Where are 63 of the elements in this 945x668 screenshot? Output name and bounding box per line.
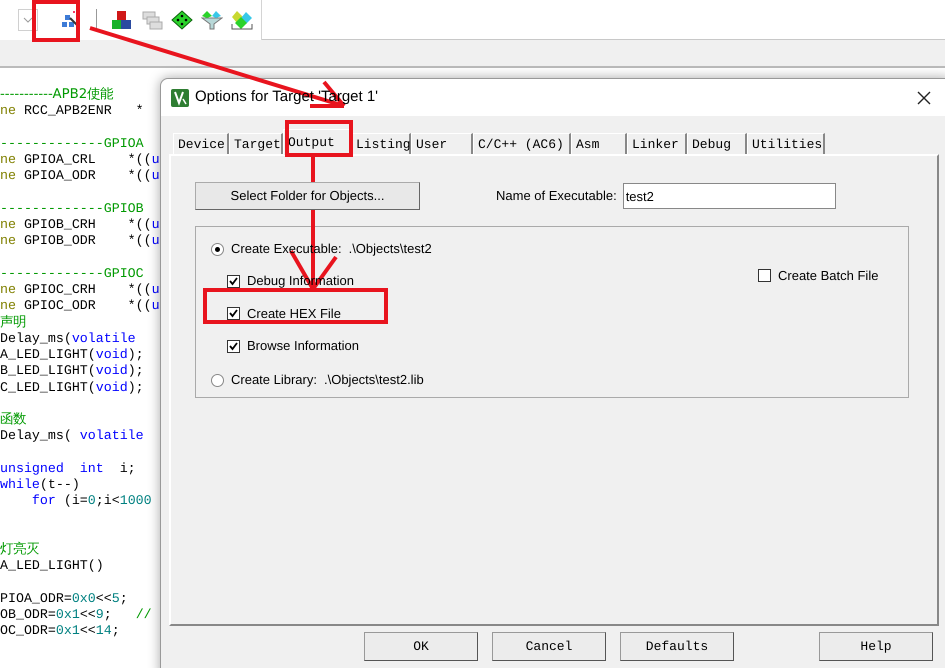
option-label: Create HEX File bbox=[247, 304, 341, 323]
dialog-button[interactable]: Defaults bbox=[620, 632, 734, 661]
radio-button[interactable] bbox=[211, 374, 224, 386]
tab[interactable]: Debug bbox=[687, 133, 747, 154]
close-icon[interactable] bbox=[917, 90, 931, 104]
code-line: 灯亮灭 bbox=[0, 542, 39, 558]
tab[interactable]: Device bbox=[173, 133, 229, 154]
code-line: -------------GPIOA bbox=[0, 136, 144, 152]
field-label: Name of Executable: bbox=[496, 187, 617, 206]
app-logo-icon bbox=[171, 88, 189, 106]
checkbox[interactable] bbox=[227, 340, 240, 352]
executable-name-field[interactable]: test2 bbox=[622, 183, 836, 209]
tab[interactable]: Utilities bbox=[747, 133, 825, 154]
code-line: ne RCC_APB2ENR * bbox=[0, 103, 144, 120]
option-label: Create Batch File bbox=[778, 267, 878, 285]
tab[interactable]: Asm bbox=[571, 133, 627, 154]
code-line: A_LED_LIGHT(void); bbox=[0, 347, 144, 364]
tab[interactable]: Linker bbox=[627, 133, 687, 154]
diamond-icon[interactable] bbox=[171, 10, 193, 30]
code-line: unsigned int i; bbox=[0, 460, 136, 477]
code-line: Delay_ms(volatile bbox=[0, 330, 136, 347]
blocks-icon[interactable] bbox=[111, 10, 133, 30]
annotation-box bbox=[32, 0, 80, 42]
code-line: -----------APB2使能 bbox=[0, 87, 114, 104]
code-line: -------------GPIOB bbox=[0, 200, 144, 217]
checkbox[interactable] bbox=[758, 269, 771, 282]
dialog-button[interactable]: OK bbox=[364, 632, 478, 661]
code-line: B_LED_LIGHT(void); bbox=[0, 363, 144, 380]
option-label: Browse Information bbox=[247, 337, 359, 356]
code-line: 函数 bbox=[0, 412, 26, 428]
tab[interactable]: User bbox=[411, 133, 473, 154]
code-line: ne GPIOC_CRH *((u bbox=[0, 282, 160, 298]
code-line: Delay_ms( volatile bbox=[0, 428, 144, 444]
packages-icon[interactable] bbox=[231, 10, 253, 30]
tab[interactable]: Listing bbox=[351, 133, 411, 154]
code-line: for (i=0;i<1000 bbox=[30, 493, 152, 510]
annotation-box bbox=[285, 120, 353, 157]
code-line: while(t--) bbox=[0, 477, 80, 494]
code-line: C_LED_LIGHT(void); bbox=[0, 380, 144, 396]
checkbox[interactable] bbox=[227, 274, 240, 288]
tab[interactable]: Target bbox=[229, 133, 283, 154]
code-line: ne GPIOC_ODR *((u bbox=[0, 298, 160, 314]
toolbar-separator bbox=[96, 8, 97, 30]
option-label: Create Library: bbox=[231, 371, 317, 390]
library-path: .\Objects\test2.lib bbox=[324, 371, 424, 390]
code-line: ne GPIOB_CRH *((u bbox=[0, 217, 160, 234]
select-folder-button[interactable]: Select Folder for Objects... bbox=[195, 182, 420, 210]
checkbox[interactable] bbox=[227, 307, 240, 320]
code-line: OC_ODR=0x1<<14; bbox=[0, 623, 120, 640]
funnel-icon[interactable] bbox=[201, 10, 223, 30]
code-line: ne GPIOA_CRL *((u bbox=[0, 152, 160, 168]
dialog-button[interactable]: Cancel bbox=[492, 632, 606, 661]
code-line: ne GPIOB_ODR *((u bbox=[0, 233, 160, 250]
code-line: 声明 bbox=[0, 314, 26, 331]
code-line: OB_ODR=0x1<<9; // bbox=[0, 607, 152, 624]
code-line: PIOA_ODR=0x0<<5; bbox=[0, 590, 128, 607]
tab[interactable]: C/C++ (AC6) bbox=[473, 133, 571, 154]
radio-button[interactable] bbox=[211, 242, 224, 256]
executable-path: .\Objects\test2 bbox=[348, 240, 432, 258]
code-line: -------------GPIOC bbox=[0, 266, 144, 282]
code-line: ne GPIOA_ODR *((u bbox=[0, 168, 160, 184]
dialog-button[interactable]: Help bbox=[819, 632, 933, 661]
code-line: A_LED_LIGHT() bbox=[0, 558, 104, 574]
